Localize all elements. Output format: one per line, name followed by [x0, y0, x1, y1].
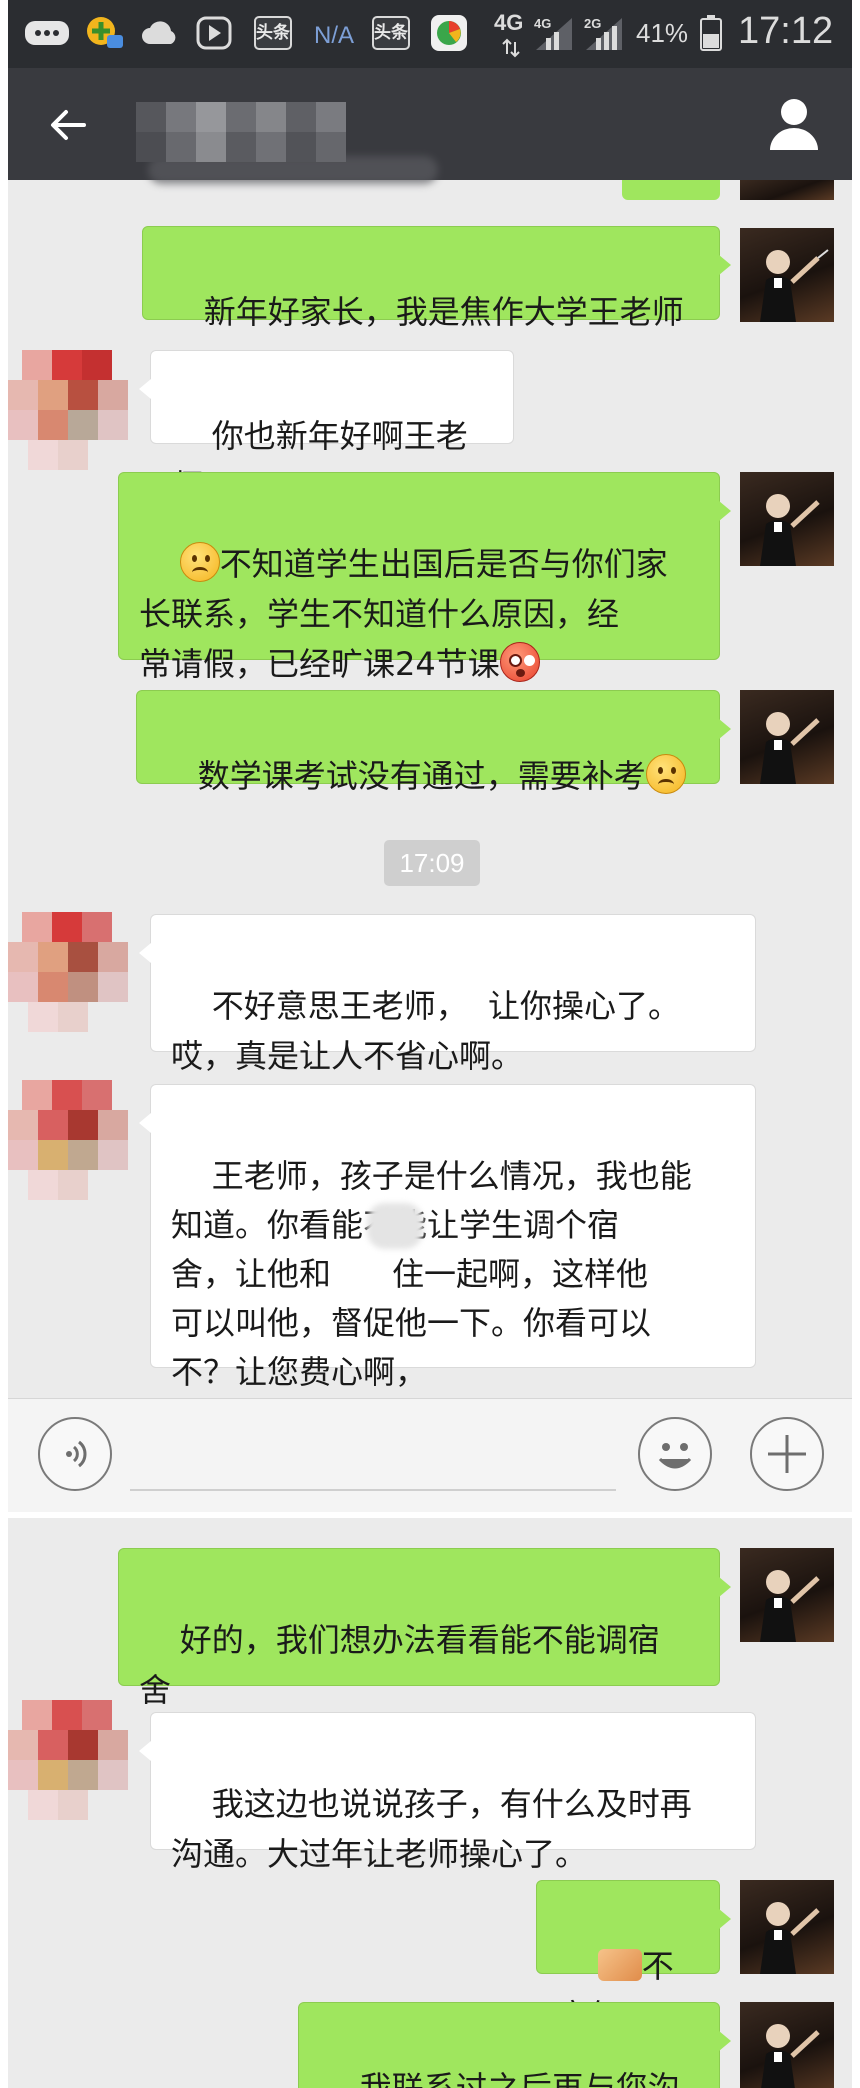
parent-avatar-blurred[interactable] — [8, 912, 130, 1034]
network-na-label: N/A — [314, 22, 355, 49]
emoji-button[interactable] — [638, 1417, 712, 1491]
plus-icon — [768, 1435, 806, 1473]
message-bubble-sent[interactable]: 不知道学生出国后是否与你们家 长联系，学生不知道什么原因，经 常请假，已经旷课2… — [118, 472, 731, 683]
message-bubble-sent[interactable]: 不客气 — [536, 1880, 731, 2035]
message-bubble-icon — [22, 16, 72, 50]
message-bubble-received[interactable]: 你也新年好啊王老师 — [139, 350, 514, 505]
smiley-icon — [658, 1443, 692, 1469]
message-text: 新年好家长，我是焦作大学王老师 — [203, 293, 684, 331]
cloud-icon — [138, 16, 182, 50]
back-arrow-icon[interactable] — [44, 100, 94, 150]
message-bubble-partial — [622, 180, 720, 200]
screenshot-divider — [8, 1512, 852, 1518]
play-icon — [194, 16, 234, 50]
signal-bars-icon — [584, 16, 624, 50]
sad-face-emoji-icon — [179, 542, 220, 582]
message-bubble-sent[interactable]: 我联系过之后再与您沟通 — [298, 2002, 731, 2088]
teacher-avatar[interactable] — [740, 690, 834, 784]
blurred-contact-name — [136, 102, 366, 168]
teacher-avatar[interactable] — [740, 180, 834, 200]
battery-percent: 41% — [636, 18, 689, 48]
message-input-bar — [8, 1398, 852, 1514]
message-bubble-received[interactable]: 不好意思王老师， 让你操心了。 哎，真是让人不省心啊。 — [139, 914, 756, 1075]
toutiao-icon: 头条 — [372, 16, 410, 50]
browser-app-icon — [428, 15, 470, 51]
chat-title-bar — [8, 68, 852, 184]
message-text: 不好意思王老师， 让你操心了。 哎，真是让人不省心啊。 — [171, 987, 681, 1075]
message-input-field[interactable] — [130, 1489, 616, 1491]
battery-icon — [698, 15, 724, 51]
teacher-avatar[interactable] — [740, 1548, 834, 1642]
message-bubble-sent[interactable]: 数学课考试没有通过，需要补考 — [136, 690, 731, 795]
teacher-avatar[interactable] — [740, 472, 834, 566]
message-bubble-received[interactable]: 我这边也说说孩子，有什么及时再 沟通。大过年让老师操心了。 — [139, 1712, 756, 1873]
status-bar: 头条 N/A 头条 4G 4G 2G 41% 17:12 — [8, 0, 852, 68]
message-text: 数学课考试没有通过，需要补考 — [197, 757, 646, 795]
teacher-avatar[interactable] — [740, 1880, 834, 1974]
message-bubble-sent[interactable]: 新年好家长，我是焦作大学王老师 — [142, 226, 731, 331]
network-4g-main: 4G — [494, 10, 524, 35]
message-text: 我这边也说说孩子，有什么及时再 沟通。大过年让老师操心了。 — [171, 1785, 692, 1873]
handshake-emoji-icon — [597, 1949, 642, 1981]
message-text: 好的，我们想办法看看能不能调宿 舍 — [139, 1621, 660, 1709]
more-options-button[interactable] — [750, 1417, 824, 1491]
voice-wave-icon — [66, 1440, 87, 1468]
chat-timestamp: 17:09 — [384, 840, 480, 886]
redacted-name-blur — [367, 1203, 423, 1249]
message-text: 王老师，孩子是什么情况，我也能 知道。你看能不能让学生调个宿 舍，让他和 住一起… — [171, 1157, 692, 1391]
sad-face-emoji-icon — [645, 754, 686, 794]
message-text: 我联系过之后再与您沟通 — [359, 2069, 680, 2088]
clock: 17:12 — [738, 10, 834, 52]
message-bubble-received[interactable]: 王老师，孩子是什么情况，我也能 知道。你看能不能让学生调个宿 舍，让他和 住一起… — [139, 1084, 756, 1391]
data-arrows-icon — [496, 38, 526, 58]
voice-input-button[interactable] — [38, 1417, 112, 1491]
contact-profile-icon[interactable] — [768, 96, 820, 152]
parent-avatar-blurred[interactable] — [8, 350, 130, 472]
toutiao-icon: 头条 — [254, 16, 292, 50]
parent-avatar-blurred[interactable] — [8, 1700, 130, 1822]
app-notification-icon — [84, 16, 126, 50]
signal-bars-icon — [534, 16, 574, 50]
message-bubble-sent[interactable]: 好的，我们想办法看看能不能调宿 舍 — [118, 1548, 731, 1709]
shocked-face-emoji-icon — [499, 642, 540, 682]
teacher-avatar[interactable] — [740, 2002, 834, 2088]
parent-avatar-blurred[interactable] — [8, 1080, 130, 1202]
teacher-avatar[interactable] — [740, 228, 834, 322]
chat-screen: 头条 N/A 头条 4G 4G 2G 41% 17:12 新年好家长，我是焦作大… — [8, 0, 852, 2088]
